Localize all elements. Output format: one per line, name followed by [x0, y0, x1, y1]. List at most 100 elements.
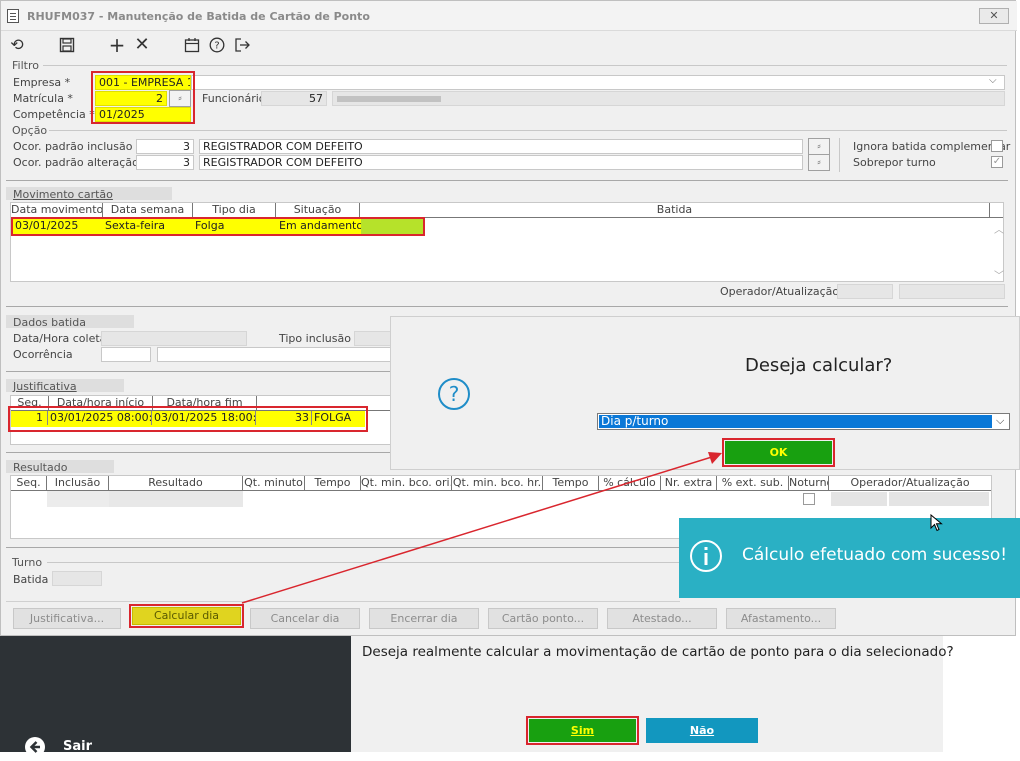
- operador-field: [837, 284, 893, 299]
- calc-type-select[interactable]: Dia p/turno ⌵: [597, 413, 1010, 430]
- dados-section-title: Dados batida: [13, 316, 86, 329]
- res-cell-inclusao: [47, 491, 109, 507]
- cancelar-dia-button[interactable]: Cancelar dia: [250, 608, 360, 629]
- scroll-up-icon[interactable]: ︿: [994, 221, 1004, 236]
- movimento-section-title: Movimento cartão: [13, 188, 113, 201]
- question-icon: ?: [437, 377, 471, 414]
- cartao-ponto-button[interactable]: Cartão ponto...: [488, 608, 598, 629]
- scroll-down-icon[interactable]: ﹀: [994, 267, 1004, 282]
- ignora-label: Ignora batida complementar: [853, 140, 1011, 153]
- encerrar-dia-button[interactable]: Encerrar dia: [369, 608, 479, 629]
- mov-col-tipo[interactable]: Tipo dia: [193, 203, 276, 217]
- save-icon[interactable]: [56, 34, 78, 56]
- app-icon: [7, 9, 19, 23]
- matricula-field[interactable]: 2: [95, 91, 167, 106]
- resultado-bottom-divider: [6, 547, 680, 548]
- plus-icon[interactable]: +: [106, 34, 128, 56]
- mov-col-semana[interactable]: Data semana: [103, 203, 193, 217]
- res-col-resultado[interactable]: Resultado: [109, 476, 243, 490]
- alteracao-picker-icon[interactable]: ⸗: [808, 154, 830, 171]
- turno-divider: [47, 562, 680, 563]
- close-icon[interactable]: ✕: [131, 34, 153, 56]
- justificativa-section-title: Justificativa: [13, 380, 77, 393]
- matricula-label: Matrícula *: [13, 92, 73, 105]
- res-col-calculo[interactable]: % cálculo: [599, 476, 661, 490]
- tipo-inclusao-field: [354, 331, 394, 346]
- res-col-ext-sub[interactable]: % ext. sub.: [717, 476, 789, 490]
- inclusao-code-field[interactable]: 3: [136, 139, 194, 154]
- empresa-label: Empresa *: [13, 76, 71, 89]
- res-col-tempo[interactable]: Tempo: [305, 476, 361, 490]
- competencia-field[interactable]: 01/2025: [95, 107, 191, 122]
- help-icon[interactable]: ?: [206, 34, 228, 56]
- chevron-down-icon[interactable]: ⌵: [989, 75, 997, 86]
- mov-col-data[interactable]: Data movimento: [11, 203, 103, 217]
- just-cell-inicio: 03/01/2025 08:00:00: [47, 411, 151, 425]
- toast-message: Cálculo efetuado com sucesso!: [742, 545, 1008, 565]
- calculate-dialog: Deseja calcular? ? Dia p/turno ⌵ OK: [390, 316, 1020, 470]
- res-col-bco-ori[interactable]: Qt. min. bco. ori.: [361, 476, 452, 490]
- justificativa-bottom-divider: [6, 452, 392, 453]
- batida-label: Batida: [13, 573, 49, 586]
- inclusao-picker-icon[interactable]: ⸗: [808, 138, 830, 155]
- opcao-divider: [49, 130, 1007, 131]
- svg-text:?: ?: [214, 41, 219, 52]
- blurred-name: [337, 96, 441, 102]
- res-cell-operador: [831, 492, 887, 506]
- mov-col-batida[interactable]: Batida: [360, 203, 990, 217]
- funcionario-name-field: [332, 91, 1005, 106]
- alteracao-desc-field: REGISTRADOR COM DEFEITO: [199, 155, 803, 170]
- mov-col-situacao[interactable]: Situação: [276, 203, 360, 217]
- window-close-button[interactable]: ✕: [979, 8, 1009, 24]
- empresa-dropdown-rest[interactable]: [191, 75, 1005, 90]
- just-cell-desc: FOLGA: [311, 411, 365, 425]
- noturno-checkbox[interactable]: [803, 493, 815, 505]
- mov-cell-situacao: Em andamento: [279, 219, 361, 232]
- res-col-tempo-2[interactable]: Tempo: [543, 476, 599, 490]
- select-chevron-down-icon[interactable]: ⌵: [996, 414, 1004, 428]
- sim-button[interactable]: Sim: [529, 719, 636, 742]
- matricula-picker-icon[interactable]: ⸗: [169, 90, 191, 107]
- opcao-vertical-divider: [839, 138, 840, 172]
- mov-cell-batida: [361, 219, 423, 234]
- table-row[interactable]: 1 03/01/2025 08:00:00 03/01/2025 18:00:0…: [11, 411, 365, 427]
- mov-cell-tipo: Folga: [195, 219, 225, 232]
- calc-type-selected: Dia p/turno: [599, 415, 992, 428]
- ocorrencia-code-field[interactable]: [101, 347, 151, 362]
- back-arrow-icon[interactable]: [24, 736, 46, 761]
- ignora-checkbox[interactable]: [991, 140, 1003, 152]
- operador-label: Operador/Atualização: [720, 285, 840, 298]
- justificativa-button[interactable]: Justificativa...: [13, 608, 121, 629]
- table-row[interactable]: 03/01/2025 Sexta-feira Folga Em andament…: [13, 219, 423, 234]
- afastamento-button[interactable]: Afastamento...: [726, 608, 836, 629]
- res-col-bco-hr[interactable]: Qt. min. bco. hr.: [452, 476, 543, 490]
- sobrepor-checkbox[interactable]: ✓: [991, 156, 1003, 168]
- just-cell-code: 33: [255, 411, 311, 425]
- nao-button[interactable]: Não: [646, 718, 758, 743]
- res-col-inclusao[interactable]: Inclusão: [47, 476, 109, 490]
- tipo-inclusao-label: Tipo inclusão: [279, 332, 351, 345]
- logout-icon[interactable]: [231, 34, 253, 56]
- calc-question: Deseja calcular?: [745, 355, 893, 376]
- calcular-dia-button[interactable]: Calcular dia: [132, 607, 241, 625]
- mov-cell-semana: Sexta-feira: [105, 219, 166, 232]
- dados-bottom-divider: [6, 371, 392, 372]
- ok-button[interactable]: OK: [725, 441, 832, 464]
- empresa-field[interactable]: 001 - EMPRESA 1: [95, 75, 191, 90]
- res-col-noturno[interactable]: Noturno: [789, 476, 829, 490]
- svg-text:?: ?: [449, 382, 460, 406]
- atestado-button[interactable]: Atestado...: [607, 608, 717, 629]
- just-cell-seq: 1: [36, 411, 43, 424]
- calendar-icon[interactable]: [181, 34, 203, 56]
- refresh-icon[interactable]: ⟲: [6, 34, 28, 56]
- res-col-operador[interactable]: Operador/Atualização: [829, 476, 991, 490]
- funcionario-label: Funcionário: [202, 92, 266, 105]
- res-col-seq[interactable]: Seq.: [11, 476, 47, 490]
- ocorrencia-desc-field: [157, 347, 393, 362]
- inclusao-label: Ocor. padrão inclusão: [13, 140, 133, 153]
- window-title: RHUFM037 - Manutenção de Batida de Cartã…: [27, 10, 370, 23]
- res-col-nr-extra[interactable]: Nr. extra: [661, 476, 717, 490]
- turno-batida-field: [52, 571, 102, 586]
- res-col-qt-minuto[interactable]: Qt. minuto: [243, 476, 305, 490]
- alteracao-code-field[interactable]: 3: [136, 155, 194, 170]
